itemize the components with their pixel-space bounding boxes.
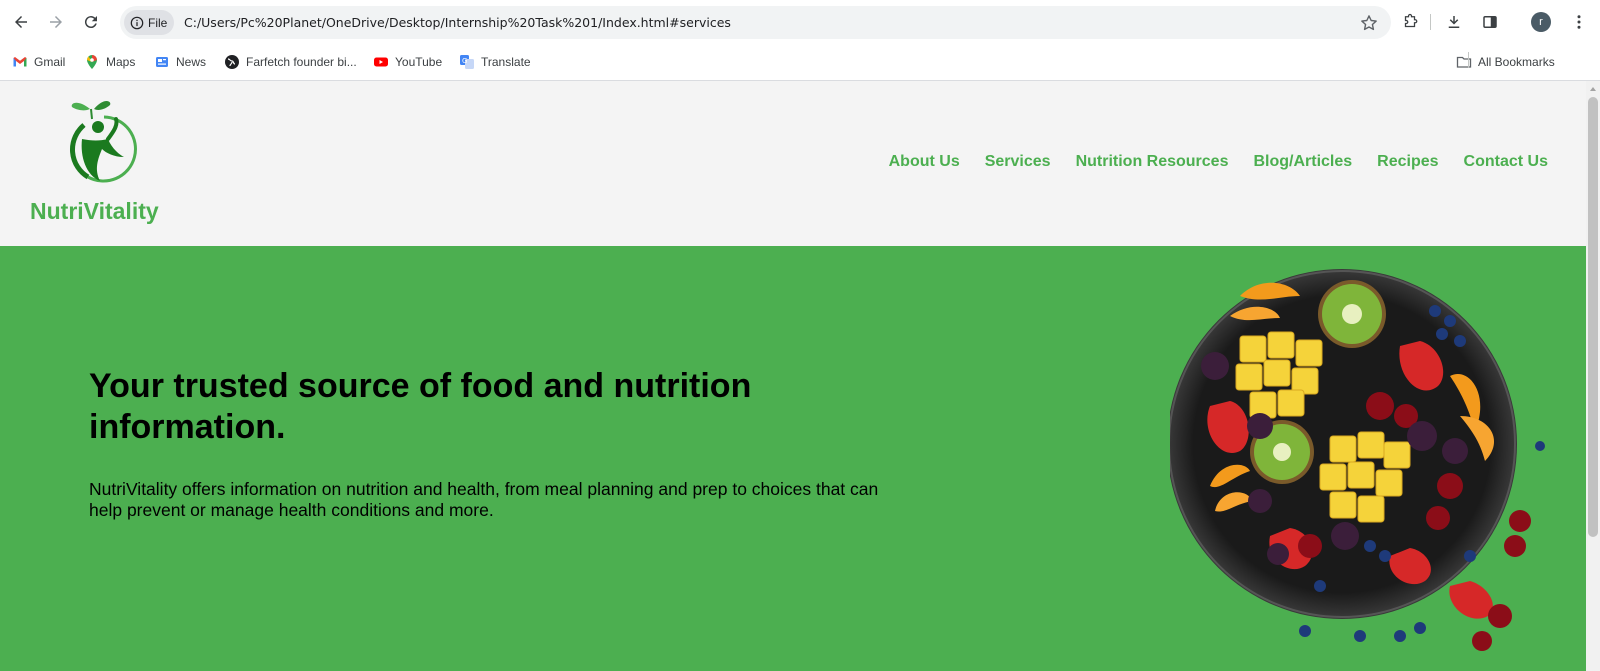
all-bookmarks-button[interactable]: All Bookmarks bbox=[1456, 54, 1555, 70]
side-panel-button[interactable] bbox=[1479, 11, 1501, 33]
toolbar-separator bbox=[1430, 14, 1431, 30]
nav-contact-us[interactable]: Contact Us bbox=[1464, 153, 1548, 171]
news-icon bbox=[154, 54, 170, 70]
youtube-icon bbox=[373, 54, 389, 70]
hero-description: NutriVitality offers information on nutr… bbox=[89, 479, 879, 521]
bookmark-translate[interactable]: G Translate bbox=[459, 54, 531, 70]
main-nav: About Us Services Nutrition Resources Bl… bbox=[889, 153, 1548, 171]
site-header: NutriVitality About Us Services Nutritio… bbox=[0, 81, 1586, 246]
site-info-chip[interactable]: File bbox=[124, 10, 174, 35]
fruit-bowl-image bbox=[1170, 269, 1545, 651]
bookmark-farfetch[interactable]: Farfetch founder bi... bbox=[224, 54, 357, 70]
nav-about-us[interactable]: About Us bbox=[889, 153, 960, 171]
nav-nutrition-resources[interactable]: Nutrition Resources bbox=[1076, 153, 1229, 171]
svg-text:G: G bbox=[462, 57, 467, 65]
reload-button[interactable] bbox=[79, 10, 103, 34]
bookmark-label: YouTube bbox=[395, 55, 443, 69]
bookmark-news[interactable]: News bbox=[154, 54, 206, 70]
nav-recipes[interactable]: Recipes bbox=[1377, 153, 1438, 171]
bookmark-star-button[interactable] bbox=[1359, 13, 1379, 33]
page-scrollbar[interactable] bbox=[1586, 81, 1600, 671]
translate-icon: G bbox=[459, 54, 475, 70]
bookmark-gmail[interactable]: Gmail bbox=[12, 54, 65, 70]
star-icon bbox=[1361, 15, 1377, 31]
bookmark-youtube[interactable]: YouTube bbox=[373, 54, 442, 70]
hero-title: Your trusted source of food and nutritio… bbox=[89, 367, 752, 447]
puzzle-icon bbox=[1404, 13, 1418, 28]
bookmarks-bar: Gmail Maps News Farfetch founder bi... Y… bbox=[0, 44, 1600, 81]
scroll-up-arrow-icon[interactable] bbox=[1590, 87, 1596, 91]
browser-toolbar: File C:/Users/Pc%20Planet/OneDrive/Deskt… bbox=[0, 0, 1600, 44]
security-chip-label: File bbox=[148, 15, 168, 30]
bookmark-label: Translate bbox=[481, 55, 531, 69]
arrow-right-icon bbox=[50, 16, 62, 28]
bookmark-label: News bbox=[176, 55, 207, 69]
downloads-button[interactable] bbox=[1443, 11, 1465, 33]
nav-blog-articles[interactable]: Blog/Articles bbox=[1253, 153, 1352, 171]
maps-icon bbox=[84, 54, 100, 70]
gmail-icon bbox=[12, 54, 28, 70]
folder-icon bbox=[1456, 54, 1472, 70]
bookmark-label: Farfetch founder bi... bbox=[246, 55, 357, 69]
browser-menu-button[interactable] bbox=[1568, 11, 1590, 33]
url-text[interactable]: C:/Users/Pc%20Planet/OneDrive/Desktop/In… bbox=[184, 15, 731, 30]
scroll-thumb[interactable] bbox=[1588, 97, 1598, 537]
hero-section: Your trusted source of food and nutritio… bbox=[0, 246, 1586, 671]
kebab-menu-icon bbox=[1577, 15, 1581, 29]
back-button[interactable] bbox=[9, 10, 33, 34]
brand-name[interactable]: NutriVitality bbox=[30, 198, 159, 225]
page-viewport: NutriVitality About Us Services Nutritio… bbox=[0, 81, 1586, 671]
extensions-button[interactable] bbox=[1399, 11, 1421, 33]
globe-icon bbox=[224, 54, 240, 70]
arrow-left-icon bbox=[15, 16, 27, 28]
address-bar[interactable]: File C:/Users/Pc%20Planet/OneDrive/Deskt… bbox=[120, 6, 1391, 39]
all-bookmarks-label: All Bookmarks bbox=[1478, 55, 1555, 69]
side-panel-icon bbox=[1483, 16, 1497, 28]
reload-icon bbox=[84, 16, 97, 29]
profile-avatar[interactable]: r bbox=[1531, 12, 1551, 32]
leaf-person-logo-icon[interactable] bbox=[64, 97, 144, 187]
bookmark-label: Maps bbox=[106, 55, 136, 69]
bookmark-maps[interactable]: Maps bbox=[84, 54, 135, 70]
info-icon bbox=[130, 16, 144, 29]
forward-button[interactable] bbox=[44, 10, 68, 34]
nav-services[interactable]: Services bbox=[985, 153, 1051, 171]
bookmarks-separator bbox=[1468, 52, 1469, 68]
bookmark-label: Gmail bbox=[34, 55, 66, 69]
download-icon bbox=[1448, 16, 1460, 28]
